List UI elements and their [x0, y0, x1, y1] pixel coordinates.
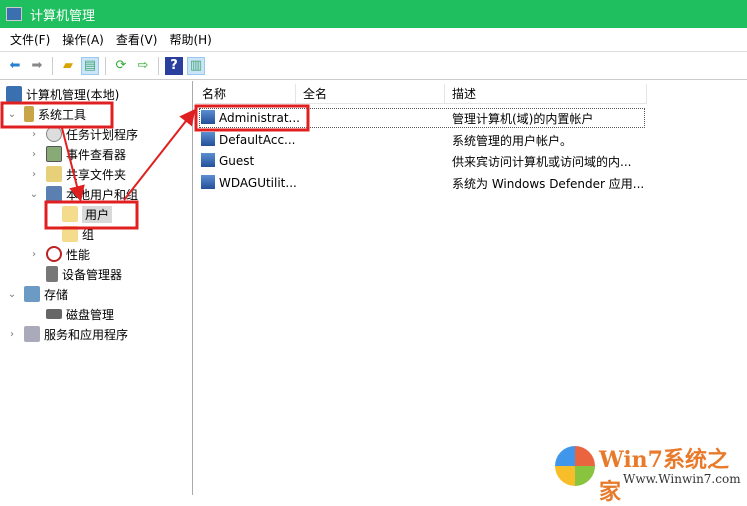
user-name[interactable]: Guest	[201, 153, 254, 168]
tree-label: 本地用户和组	[66, 187, 139, 202]
tree-label: 任务计划程序	[66, 127, 139, 142]
tree-root[interactable]: 计算机管理(本地)	[6, 84, 119, 104]
user-description: 供来宾访问计算机或访问域的内...	[452, 155, 632, 169]
tree-label: 共享文件夹	[66, 167, 127, 182]
cell-text: Administrat...	[219, 111, 300, 125]
disk-icon	[46, 309, 62, 319]
disabled-user-icon	[201, 132, 215, 146]
up-folder-icon[interactable]: ▰	[59, 57, 77, 75]
column-description[interactable]: 描述	[445, 84, 647, 103]
event-log-icon	[46, 146, 62, 162]
disabled-user-icon	[201, 175, 215, 189]
device-manager-icon	[46, 266, 58, 282]
services-icon	[24, 326, 40, 342]
forward-icon[interactable]: ➡	[28, 57, 46, 75]
folder-icon	[62, 206, 78, 222]
menu-view[interactable]: 查看(V)	[116, 31, 158, 48]
tree-pane: 计算机管理(本地) ⌄ 系统工具 › 任务计划程序 › 事件查看器 › 共享文件夹 ⌄ 本…	[0, 81, 193, 495]
user-description: 管理计算机(域)的内置帐户	[452, 112, 594, 126]
menu-help[interactable]: 帮助(H)	[169, 31, 211, 48]
chevron-down-icon[interactable]: ⌄	[6, 109, 18, 120]
cell-text: Guest	[219, 154, 255, 168]
tree-label: 磁盘管理	[66, 307, 115, 322]
tree-event-viewer[interactable]: › 事件查看器	[28, 144, 126, 164]
column-name[interactable]: 名称	[195, 84, 296, 103]
tree-groups[interactable]: 组	[62, 224, 94, 244]
column-fullname[interactable]: 全名	[296, 84, 445, 103]
storage-icon	[24, 286, 40, 302]
user-icon	[201, 110, 215, 124]
user-name[interactable]: DefaultAcc...	[201, 132, 295, 147]
chevron-right-icon[interactable]: ›	[6, 329, 18, 340]
menu-action[interactable]: 操作(A)	[62, 31, 104, 48]
chevron-right-icon[interactable]: ›	[28, 149, 40, 160]
tree-label: 计算机管理(本地)	[26, 87, 120, 102]
tree-performance[interactable]: › 性能	[28, 244, 90, 264]
refresh-icon[interactable]: ⟳	[112, 57, 130, 75]
tree-label: 服务和应用程序	[44, 327, 129, 342]
menu-bar: 文件(F) 操作(A) 查看(V) 帮助(H)	[0, 28, 747, 52]
list-header: 名称 全名 描述	[195, 84, 647, 104]
tree-storage[interactable]: ⌄ 存储	[6, 284, 68, 304]
chevron-down-icon[interactable]: ⌄	[28, 189, 40, 200]
user-description: 系统为 Windows Defender 应用...	[452, 177, 645, 191]
tree-label: 用户	[82, 205, 113, 223]
window-title: 计算机管理	[30, 8, 96, 24]
action-pane-icon[interactable]: ▥	[187, 56, 205, 75]
separator	[52, 56, 53, 75]
separator	[158, 56, 159, 75]
tree-device-manager[interactable]: 设备管理器	[46, 264, 122, 284]
separator	[105, 56, 106, 75]
help-icon[interactable]: ?	[165, 56, 183, 75]
tree-system-tools[interactable]: ⌄ 系统工具	[6, 104, 86, 124]
watermark-logo: Win7系统之家 Www.Winwin7.com	[555, 440, 745, 505]
tree-label: 设备管理器	[62, 267, 123, 282]
tools-icon	[24, 106, 34, 122]
user-name[interactable]: WDAGUtilit...	[201, 175, 297, 190]
user-icon	[201, 153, 215, 167]
chevron-right-icon[interactable]: ›	[28, 129, 40, 140]
menu-file[interactable]: 文件(F)	[10, 31, 50, 48]
show-hide-tree-icon[interactable]: ▤	[81, 56, 99, 75]
chevron-down-icon[interactable]: ⌄	[6, 289, 18, 300]
cell-text: DefaultAcc...	[219, 133, 296, 147]
tree-shared-folders[interactable]: › 共享文件夹	[28, 164, 126, 184]
clock-icon	[46, 126, 62, 142]
export-list-icon[interactable]: ⇨	[134, 57, 152, 75]
tree-label: 系统工具	[38, 107, 87, 122]
shared-folder-icon	[46, 166, 62, 182]
tree-label: 组	[82, 227, 95, 242]
tree-label: 存储	[44, 287, 69, 302]
tree-task-scheduler[interactable]: › 任务计划程序	[28, 124, 138, 144]
performance-icon	[46, 246, 62, 262]
tree-disk-management[interactable]: 磁盘管理	[46, 304, 114, 324]
cell-text: WDAGUtilit...	[219, 176, 297, 190]
tree-users[interactable]: 用户	[62, 204, 113, 224]
watermark-url: Www.Winwin7.com	[623, 472, 741, 486]
list-pane: 名称 全名 描述 Administrat... 管理计算机(域)的内置帐户 De…	[195, 81, 747, 495]
tree-label: 性能	[66, 247, 91, 262]
chevron-right-icon[interactable]: ›	[28, 249, 40, 260]
folder-icon	[62, 226, 78, 242]
windows-logo-icon	[555, 446, 595, 486]
tree-local-users-groups[interactable]: ⌄ 本地用户和组	[28, 184, 138, 204]
users-icon	[46, 186, 62, 202]
toolbar: ⬅ ➡ ▰ ▤ ⟳ ⇨ ? ▥	[0, 52, 747, 80]
tree-label: 事件查看器	[66, 147, 127, 162]
user-name[interactable]: Administrat...	[201, 110, 300, 125]
tree-services-apps[interactable]: › 服务和应用程序	[6, 324, 128, 344]
computer-management-icon	[6, 7, 22, 21]
back-icon[interactable]: ⬅	[6, 57, 24, 75]
title-bar: 计算机管理	[0, 0, 747, 28]
chevron-right-icon[interactable]: ›	[28, 169, 40, 180]
user-description: 系统管理的用户帐户。	[452, 134, 573, 148]
computer-icon	[6, 86, 22, 102]
